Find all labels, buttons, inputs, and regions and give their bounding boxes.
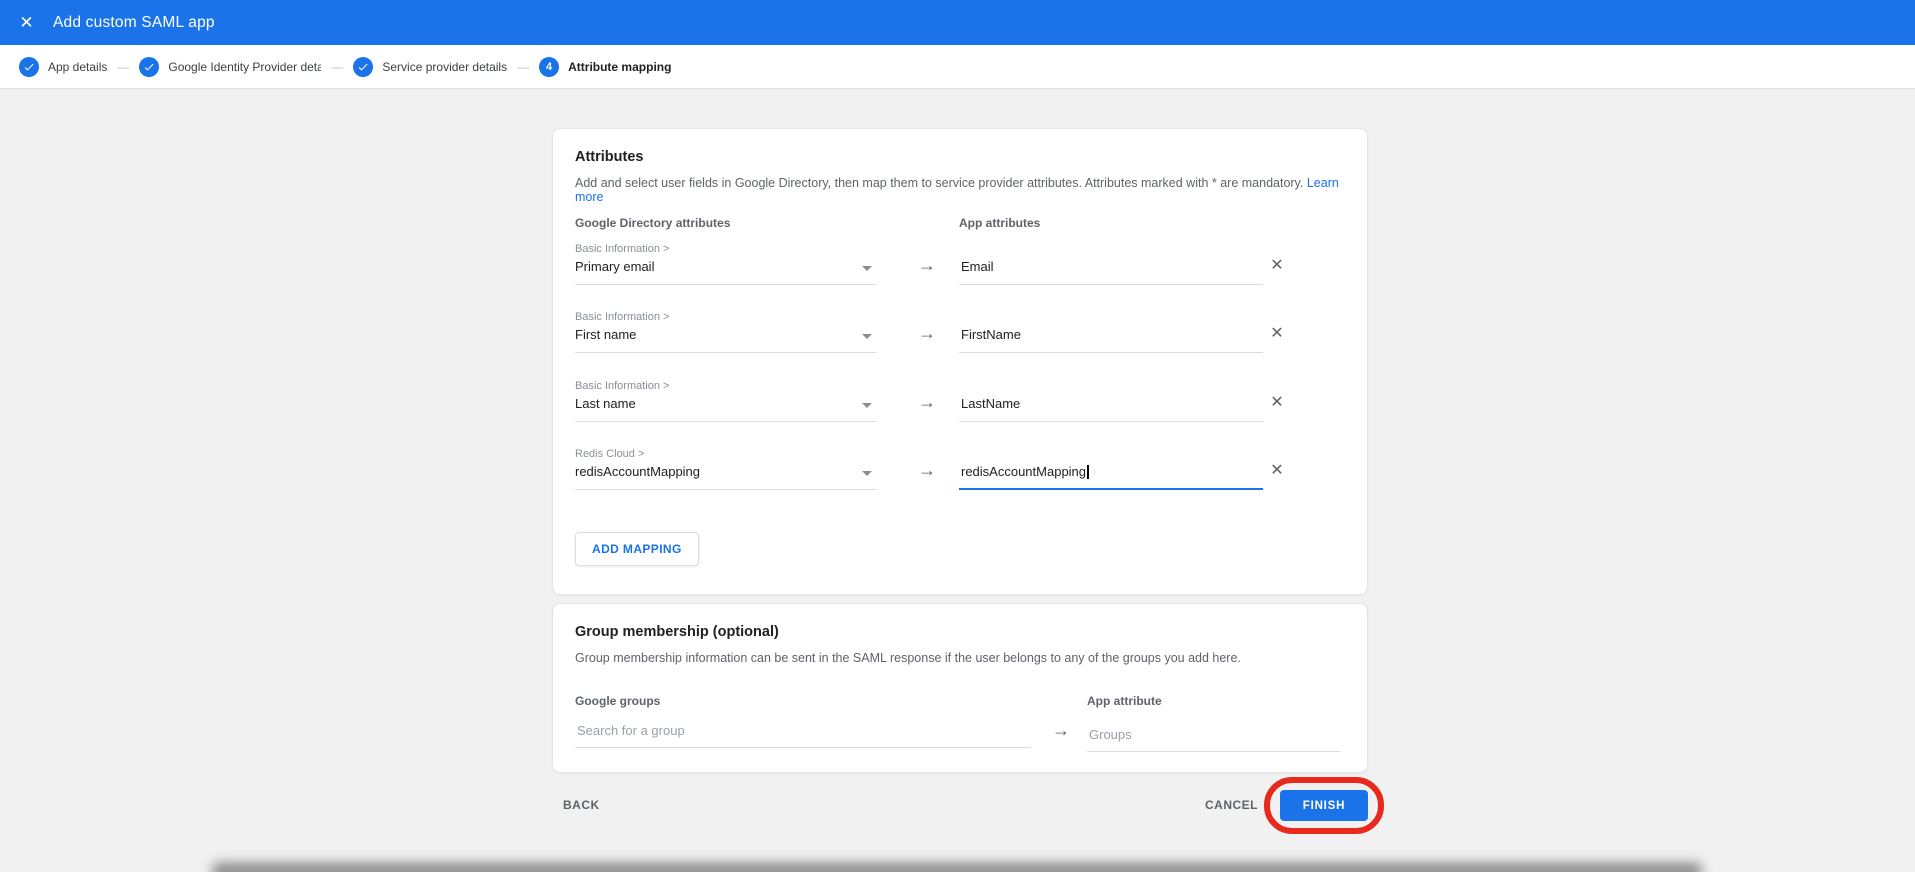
delete-mapping-icon[interactable]: ✕ (1265, 390, 1289, 414)
app-attributes-header: App attributes (959, 216, 1040, 230)
text-cursor (1087, 465, 1089, 479)
check-icon (19, 57, 39, 77)
check-icon (353, 57, 373, 77)
group-app-attribute-input[interactable] (1087, 718, 1341, 752)
google-groups-header: Google groups (575, 694, 660, 708)
mapping-row: Basic Information > First name → FirstNa… (575, 311, 1347, 361)
back-button[interactable]: BACK (563, 798, 600, 812)
group-app-attribute-field (1087, 718, 1341, 752)
field-underline (575, 284, 877, 285)
group-search-input[interactable] (575, 714, 1031, 748)
field-underline (575, 489, 877, 490)
field-underline (959, 352, 1263, 353)
app-attribute-input[interactable]: FirstName (959, 311, 1263, 355)
chevron-down-icon (862, 266, 872, 271)
mapping-row: Basic Information > Primary email → Emai… (575, 243, 1347, 293)
dialog-header: ✕ Add custom SAML app (0, 0, 1915, 45)
attribute-category: Redis Cloud > (575, 448, 644, 460)
field-underline (575, 352, 877, 353)
delete-mapping-icon[interactable]: ✕ (1265, 321, 1289, 345)
app-attribute-value: redisAccountMapping (961, 464, 1089, 479)
step-app-details[interactable]: App details (19, 57, 107, 77)
step-separator: — (117, 60, 129, 74)
directory-attribute-select[interactable]: Basic Information > Primary email (575, 243, 877, 287)
wizard-stepper: App details — Google Identity Provider d… (0, 45, 1915, 89)
group-card-title: Group membership (optional) (575, 624, 779, 640)
step-label: App details (48, 60, 107, 74)
step-separator: — (331, 60, 343, 74)
mapping-row: Redis Cloud > redisAccountMapping → redi… (575, 448, 1347, 498)
app-attribute-value: LastName (961, 396, 1020, 411)
step-service-provider-details[interactable]: Service provider details (353, 57, 507, 77)
step-separator: — (517, 60, 529, 74)
step-number-badge: 4 (539, 57, 559, 77)
delete-mapping-icon[interactable]: ✕ (1265, 253, 1289, 277)
group-card-description: Group membership information can be sent… (575, 651, 1241, 665)
finish-button[interactable]: FINISH (1280, 790, 1368, 821)
mapping-row: Basic Information > Last name → LastName… (575, 380, 1347, 430)
arrow-right-icon: → (907, 255, 947, 276)
group-search-field (575, 714, 1031, 748)
step-google-idp-details[interactable]: Google Identity Provider details (139, 57, 321, 77)
delete-mapping-icon[interactable]: ✕ (1265, 458, 1289, 482)
description-text: Add and select user fields in Google Dir… (575, 176, 1303, 190)
arrow-right-icon: → (907, 392, 947, 413)
attributes-card: Attributes Add and select user fields in… (552, 128, 1368, 595)
group-membership-card: Group membership (optional) Group member… (552, 603, 1368, 773)
app-attribute-value: FirstName (961, 327, 1021, 342)
arrow-right-icon: → (1041, 720, 1081, 741)
step-label: Attribute mapping (568, 60, 671, 74)
field-underline (959, 284, 1263, 285)
attributes-card-description: Add and select user fields in Google Dir… (575, 176, 1367, 204)
step-label: Google Identity Provider details (168, 60, 321, 74)
app-attribute-input[interactable]: Email (959, 243, 1263, 287)
arrow-right-icon: → (907, 460, 947, 481)
app-attribute-value: Email (961, 259, 994, 274)
app-attribute-header: App attribute (1087, 694, 1162, 708)
dialog-title: Add custom SAML app (53, 14, 215, 32)
google-directory-attributes-header: Google Directory attributes (575, 216, 730, 230)
bottom-window-shadow (212, 863, 1702, 872)
app-attribute-input-focused[interactable]: redisAccountMapping (959, 448, 1263, 492)
field-underline-focused (959, 488, 1263, 490)
chevron-down-icon (862, 403, 872, 408)
directory-attribute-select[interactable]: Redis Cloud > redisAccountMapping (575, 448, 877, 492)
arrow-right-icon: → (907, 323, 947, 344)
field-underline (575, 421, 877, 422)
add-mapping-button[interactable]: ADD MAPPING (575, 532, 699, 566)
attribute-category: Basic Information > (575, 311, 669, 323)
close-icon[interactable]: ✕ (0, 0, 45, 45)
attribute-value: Primary email (575, 259, 654, 274)
chevron-down-icon (862, 334, 872, 339)
attribute-value: First name (575, 327, 636, 342)
app-attribute-input[interactable]: LastName (959, 380, 1263, 424)
attribute-category: Basic Information > (575, 380, 669, 392)
directory-attribute-select[interactable]: Basic Information > First name (575, 311, 877, 355)
cancel-button[interactable]: CANCEL (1205, 798, 1258, 812)
attribute-value: Last name (575, 396, 636, 411)
chevron-down-icon (862, 471, 872, 476)
attributes-card-title: Attributes (575, 149, 643, 165)
attribute-value: redisAccountMapping (575, 464, 700, 479)
check-icon (139, 57, 159, 77)
step-label: Service provider details (382, 60, 507, 74)
field-underline (959, 421, 1263, 422)
attribute-category: Basic Information > (575, 243, 669, 255)
directory-attribute-select[interactable]: Basic Information > Last name (575, 380, 877, 424)
step-attribute-mapping[interactable]: 4 Attribute mapping (539, 57, 671, 77)
add-saml-app-dialog: ✕ Add custom SAML app App details — Goog… (0, 0, 1915, 872)
